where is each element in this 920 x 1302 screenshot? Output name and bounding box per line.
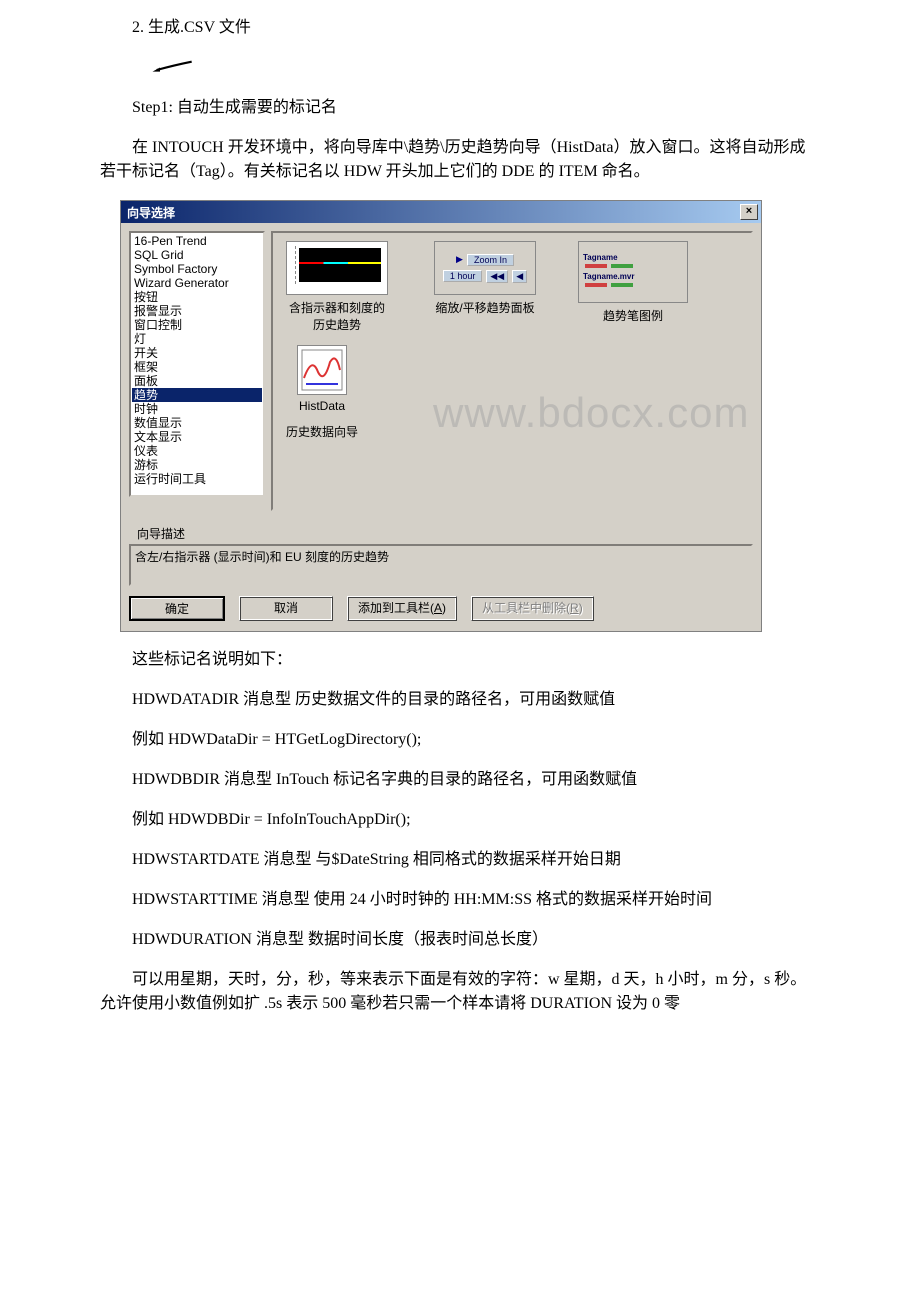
paragraph-12: 可以用星期，天时，分，秒，等来表示下面是有效的字符：w 星期，d 天，h 小时，… bbox=[20, 968, 900, 1016]
close-button[interactable]: × bbox=[740, 204, 758, 220]
preview-pane: 含指示器和刻度的历史趋势 ▶Zoom In 1 hour◀◀◀ 缩放/平移趋势面… bbox=[271, 231, 753, 511]
list-item[interactable]: 仪表 bbox=[132, 444, 262, 458]
list-item[interactable]: 按钮 bbox=[132, 290, 262, 304]
list-item[interactable]: SQL Grid bbox=[132, 248, 262, 262]
preview-item-histdata[interactable]: HistData 历史数据向导 bbox=[277, 345, 367, 440]
list-item[interactable]: 灯 bbox=[132, 332, 262, 346]
paragraph-7: HDWDBDIR 消息型 InTouch 标记名字典的目录的路径名，可用函数赋值 bbox=[20, 768, 900, 792]
category-listbox[interactable]: 16-Pen TrendSQL GridSymbol FactoryWizard… bbox=[129, 231, 265, 497]
histdata-icon bbox=[297, 345, 347, 395]
list-item[interactable]: 窗口控制 bbox=[132, 318, 262, 332]
list-item[interactable]: 框架 bbox=[132, 360, 262, 374]
list-item[interactable]: 数值显示 bbox=[132, 416, 262, 430]
list-item[interactable]: 游标 bbox=[132, 458, 262, 472]
list-item[interactable]: 趋势 bbox=[132, 388, 262, 402]
paragraph-10: HDWSTARTTIME 消息型 使用 24 小时时钟的 HH:MM:SS 格式… bbox=[20, 888, 900, 912]
trend-thumb-icon bbox=[286, 241, 388, 295]
paragraph-9: HDWSTARTDATE 消息型 与$DateString 相同格式的数据采样开… bbox=[20, 848, 900, 872]
legend-thumb-icon: Tagname Tagname.mvr bbox=[578, 241, 688, 303]
add-to-toolbar-button[interactable]: 添加到工具栏(A) bbox=[347, 596, 457, 621]
cancel-button[interactable]: 取消 bbox=[239, 596, 333, 621]
paragraph-8: 例如 HDWDBDir = InfoInTouchAppDir(); bbox=[20, 808, 900, 832]
ok-button[interactable]: 确定 bbox=[129, 596, 225, 621]
preview-label: 趋势笔图例 bbox=[573, 307, 693, 324]
paragraph-6: 例如 HDWDataDir = HTGetLogDirectory(); bbox=[20, 728, 900, 752]
preview-label: 含指示器和刻度的历史趋势 bbox=[277, 299, 397, 333]
paragraph-1: 2. 生成.CSV 文件 bbox=[20, 16, 900, 40]
wizard-select-dialog: 向导选择 × 16-Pen TrendSQL GridSymbol Factor… bbox=[120, 200, 762, 632]
paragraph-5: HDWDATADIR 消息型 历史数据文件的目录的路径名，可用函数赋值 bbox=[20, 688, 900, 712]
remove-from-toolbar-button[interactable]: 从工具栏中删除(R) bbox=[471, 596, 594, 621]
dialog-titlebar: 向导选择 × bbox=[121, 201, 761, 223]
list-item[interactable]: Wizard Generator bbox=[132, 276, 262, 290]
preview-label: HistData bbox=[277, 399, 367, 413]
paragraph-step1: Step1: 自动生成需要的标记名 bbox=[20, 96, 900, 120]
description-label: 向导描述 bbox=[129, 523, 753, 544]
list-item[interactable]: 运行时间工具 bbox=[132, 472, 262, 486]
preview-item-pen-legend[interactable]: Tagname Tagname.mvr 趋势笔图例 bbox=[573, 241, 693, 333]
paragraph-4: 这些标记名说明如下： bbox=[20, 648, 900, 672]
list-item[interactable]: 时钟 bbox=[132, 402, 262, 416]
list-item[interactable]: 报警显示 bbox=[132, 304, 262, 318]
preview-label: 缩放/平移趋势面板 bbox=[425, 299, 545, 316]
list-item[interactable]: Symbol Factory bbox=[132, 262, 262, 276]
list-item[interactable]: 文本显示 bbox=[132, 430, 262, 444]
arrow-glyph bbox=[20, 56, 900, 80]
preview-sublabel: 历史数据向导 bbox=[277, 423, 367, 440]
list-item[interactable]: 面板 bbox=[132, 374, 262, 388]
paragraph-11: HDWDURATION 消息型 数据时间长度（报表时间总长度） bbox=[20, 928, 900, 952]
dialog-title: 向导选择 bbox=[127, 204, 175, 221]
preview-item-hist-trend[interactable]: 含指示器和刻度的历史趋势 bbox=[277, 241, 397, 333]
list-item[interactable]: 开关 bbox=[132, 346, 262, 360]
zoom-thumb-icon: ▶Zoom In 1 hour◀◀◀ bbox=[434, 241, 536, 295]
list-item[interactable]: 16-Pen Trend bbox=[132, 234, 262, 248]
description-box: 含左/右指示器 (显示时间)和 EU 刻度的历史趋势 bbox=[129, 544, 753, 586]
preview-item-zoom-pan[interactable]: ▶Zoom In 1 hour◀◀◀ 缩放/平移趋势面板 bbox=[425, 241, 545, 333]
paragraph-intro: 在 INTOUCH 开发环境中，将向导库中\趋势\历史趋势向导（HistData… bbox=[20, 136, 900, 184]
